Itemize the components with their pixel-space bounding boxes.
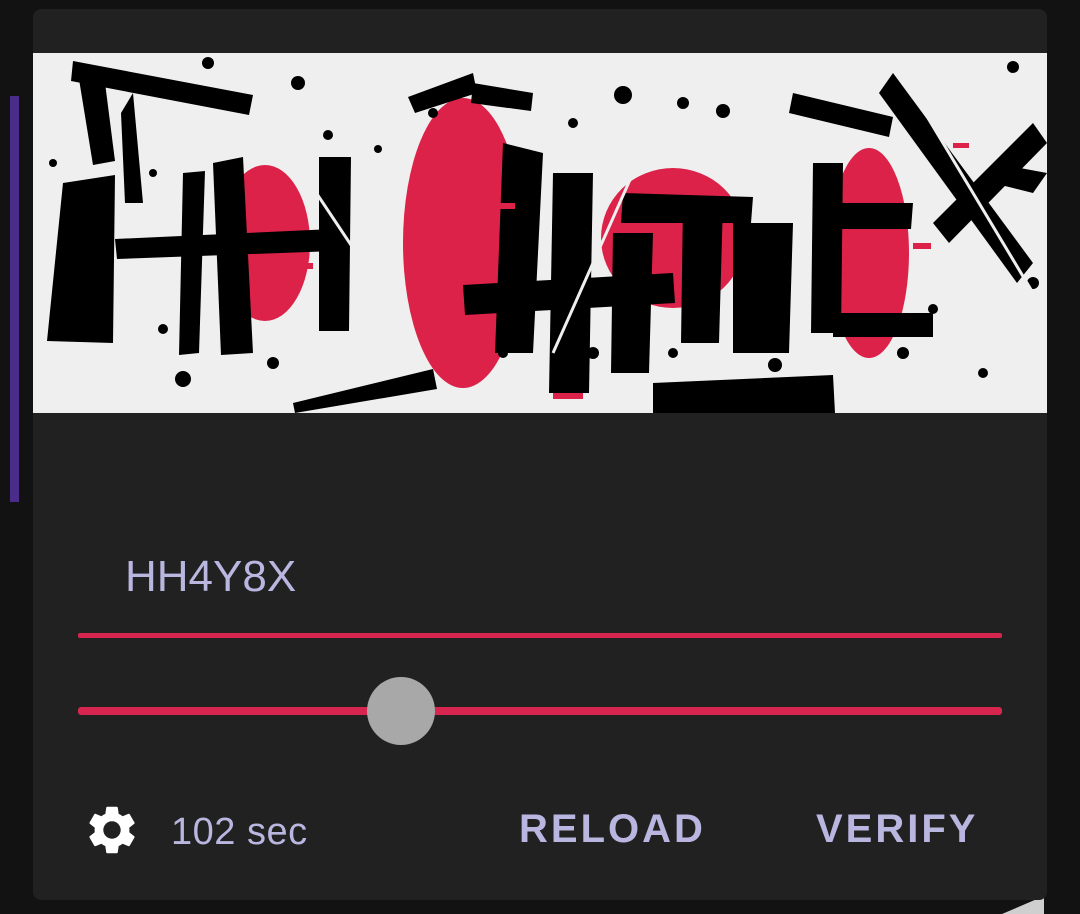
captcha-answer-input[interactable] bbox=[78, 527, 1002, 627]
countdown-timer: 102 sec bbox=[171, 811, 308, 853]
reload-button[interactable]: RELOAD bbox=[519, 799, 706, 859]
slider-thumb[interactable] bbox=[367, 677, 436, 745]
captcha-image bbox=[33, 53, 1047, 413]
slider-track[interactable] bbox=[78, 707, 1002, 715]
difficulty-slider[interactable] bbox=[78, 677, 1002, 745]
dialog-footer: 102 sec RELOAD VERIFY bbox=[33, 791, 1047, 867]
captcha-distortion-graphic bbox=[33, 53, 1047, 413]
captcha-dialog: 102 sec RELOAD VERIFY bbox=[33, 9, 1047, 900]
background-accent-bar bbox=[10, 96, 19, 502]
gear-icon[interactable] bbox=[83, 801, 141, 859]
input-underline bbox=[78, 633, 1002, 638]
verify-button[interactable]: VERIFY bbox=[816, 799, 978, 859]
